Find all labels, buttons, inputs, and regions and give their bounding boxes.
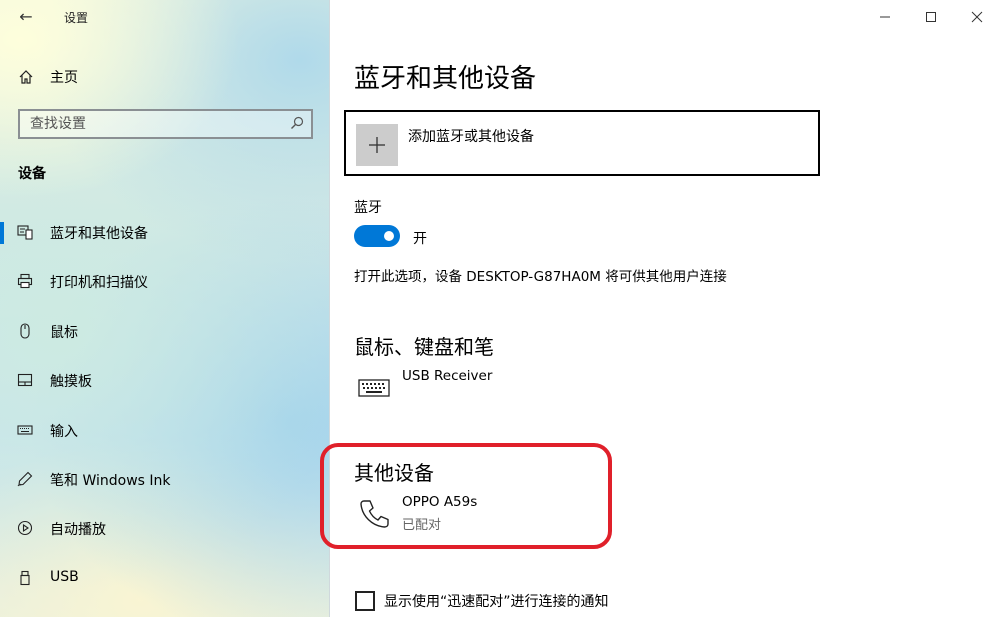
add-device-label: 添加蓝牙或其他设备 [408, 129, 534, 145]
title-bar: ← 设置 [0, 0, 330, 34]
main-content: 蓝牙和其他设备 添加蓝牙或其他设备 蓝牙 开 打开此选项，设备 DESKTOP-… [320, 0, 1000, 617]
sidebar-item-printers[interactable]: 打印机和扫描仪 [0, 261, 330, 301]
sidebar-item-label: 鼠标 [50, 325, 78, 341]
window-controls [862, 0, 1000, 34]
keyboard-icon [354, 368, 394, 408]
sidebar-item-label: USB [50, 569, 79, 585]
mouse-icon [16, 322, 34, 340]
search-box[interactable] [18, 109, 313, 139]
search-input[interactable] [20, 111, 280, 137]
group-title-mouse-keyboard-pen: 鼠标、键盘和笔 [354, 335, 494, 359]
home-label: 主页 [50, 70, 78, 86]
group-title-other-devices: 其他设备 [354, 461, 434, 485]
sidebar-item-label: 自动播放 [50, 522, 106, 538]
sidebar-item-touchpad[interactable]: 触摸板 [0, 360, 330, 400]
minimize-button[interactable] [862, 0, 908, 34]
search-icon[interactable] [289, 115, 305, 131]
swift-pair-option[interactable]: 显示使用“迅速配对”进行连接的通知 [355, 590, 609, 612]
section-title: 设备 [18, 166, 46, 182]
bluetooth-toggle[interactable] [354, 225, 400, 247]
device-name: OPPO A59s [402, 494, 478, 510]
bluetooth-label: 蓝牙 [354, 200, 382, 216]
sidebar-item-home[interactable]: 主页 [16, 66, 78, 88]
sidebar-item-typing[interactable]: 输入 [0, 410, 330, 450]
maximize-button[interactable] [908, 0, 954, 34]
app-title: 设置 [64, 11, 89, 25]
selected-indicator [0, 222, 4, 244]
home-icon [16, 67, 36, 87]
toggle-knob [384, 231, 394, 241]
keyboard-icon [16, 421, 34, 439]
back-button[interactable]: ← [14, 6, 38, 28]
sidebar-item-label: 触摸板 [50, 374, 92, 390]
back-arrow-icon: ← [19, 7, 33, 26]
device-status: 已配对 [402, 518, 442, 533]
sidebar-item-mouse[interactable]: 鼠标 [0, 311, 330, 351]
device-name: USB Receiver [402, 368, 493, 384]
swift-pair-label: 显示使用“迅速配对”进行连接的通知 [384, 594, 609, 610]
plus-icon [356, 124, 398, 166]
device-usb-receiver[interactable]: USB Receiver [354, 368, 554, 412]
autoplay-icon [16, 519, 34, 537]
sidebar-item-label: 输入 [50, 424, 78, 440]
sidebar: ← 设置 主页 设备 蓝牙和其他设备 打印机和扫描仪 鼠标 [0, 0, 330, 617]
phone-icon [354, 494, 394, 534]
sidebar-item-label: 笔和 Windows Ink [50, 473, 171, 489]
swift-pair-checkbox[interactable] [355, 591, 375, 611]
sidebar-item-autoplay[interactable]: 自动播放 [0, 508, 330, 548]
sidebar-item-bluetooth[interactable]: 蓝牙和其他设备 [0, 212, 330, 252]
maximize-icon [926, 12, 936, 22]
add-device-button[interactable]: 添加蓝牙或其他设备 [344, 110, 820, 176]
page-title: 蓝牙和其他设备 [354, 64, 537, 94]
sidebar-item-label: 打印机和扫描仪 [50, 275, 148, 291]
device-oppo-a59s[interactable]: OPPO A59s 已配对 [354, 494, 554, 538]
touchpad-icon [16, 371, 34, 389]
minimize-icon [880, 16, 890, 18]
bluetooth-description: 打开此选项，设备 DESKTOP-G87HA0M 将可供其他用户连接 [354, 269, 727, 285]
bluetooth-devices-icon [16, 223, 34, 241]
pen-icon [16, 470, 34, 488]
sidebar-item-usb[interactable]: USB [0, 558, 330, 598]
usb-icon [16, 569, 34, 587]
printer-icon [16, 272, 34, 290]
close-button[interactable] [954, 0, 1000, 34]
sidebar-item-label: 蓝牙和其他设备 [50, 226, 148, 242]
close-icon [971, 11, 983, 23]
bluetooth-state: 开 [413, 231, 427, 247]
sidebar-item-pen[interactable]: 笔和 Windows Ink [0, 459, 330, 499]
